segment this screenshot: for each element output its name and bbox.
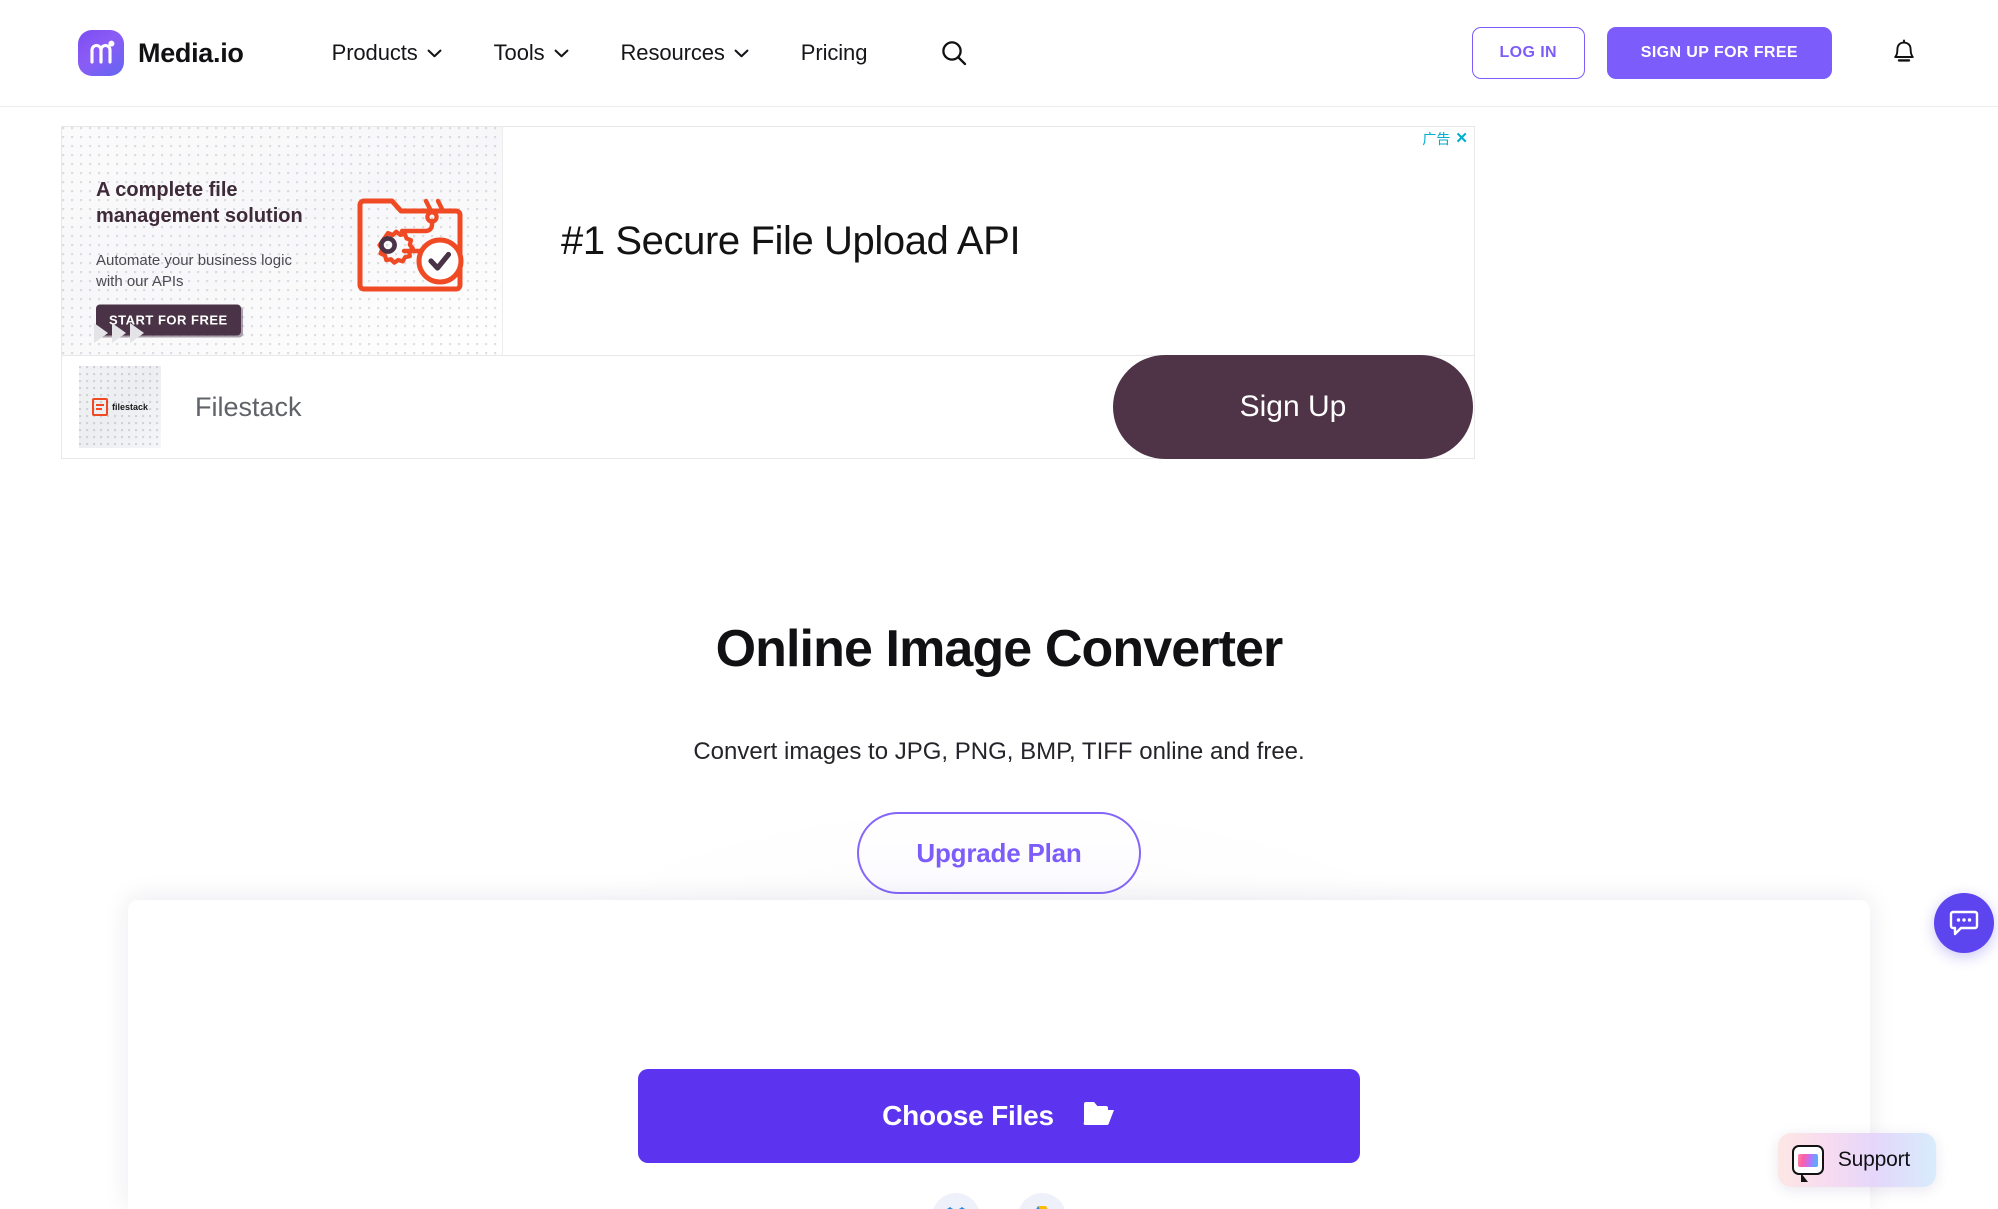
log-in-button[interactable]: LOG IN <box>1471 27 1585 79</box>
main-nav: Products Tools Resources Pricing <box>306 30 978 76</box>
choose-files-label: Choose Files <box>882 1100 1054 1131</box>
nav-item-pricing[interactable]: Pricing <box>775 40 894 66</box>
support-chat-icon <box>1791 1145 1824 1182</box>
folder-gear-check-icon <box>352 189 472 302</box>
chevron-down-icon <box>554 49 568 57</box>
folder-icon <box>1082 1099 1116 1134</box>
nav-label: Products <box>331 40 418 65</box>
advertiser-name: Filestack <box>195 391 302 422</box>
brand-name: Media.io <box>138 37 244 68</box>
nav-label: Tools <box>493 40 545 65</box>
ad-advertiser-bar: filestack Filestack Sign Up <box>61 355 1475 459</box>
nav-label: Resources <box>620 40 725 65</box>
ad-creative[interactable]: A complete file management solution Auto… <box>62 127 503 355</box>
chevron-down-icon <box>427 49 442 57</box>
media-io-logo-icon <box>78 30 124 76</box>
ad-sign-up-button[interactable]: Sign Up <box>1113 355 1473 459</box>
page-root: Media.io Products Tools Resources Pricin… <box>0 0 1998 1209</box>
sign-up-for-free-button[interactable]: SIGN UP FOR FREE <box>1606 27 1832 79</box>
ad-label-text: 广告 <box>1422 130 1451 147</box>
page-subtitle: Convert images to JPG, PNG, BMP, TIFF on… <box>693 738 1305 765</box>
site-header: Media.io Products Tools Resources Pricin… <box>0 0 1998 107</box>
advertiser-logo-text: filestack <box>111 402 149 412</box>
page-title: Online Image Converter <box>715 620 1284 678</box>
search-icon[interactable] <box>931 30 977 76</box>
ad-disclosure-label[interactable]: 广告 ✕ <box>1422 131 1468 146</box>
nav-label: Pricing <box>800 40 868 65</box>
chat-bubble-dots-icon[interactable] <box>1934 893 1994 953</box>
nav-item-tools[interactable]: Tools <box>468 40 595 66</box>
header-actions: LOG IN SIGN UP FOR FREE <box>1471 27 1924 79</box>
support-label: Support <box>1837 1148 1910 1171</box>
arrows-decoration-icon <box>94 323 144 343</box>
ad-main-panel[interactable]: 广告 ✕ A complete file management solution… <box>61 126 1475 355</box>
ad-headline: #1 Secure File Upload API <box>561 218 1021 263</box>
close-icon[interactable]: ✕ <box>1455 131 1468 146</box>
brand-logo[interactable]: Media.io <box>78 30 244 76</box>
nav-item-products[interactable]: Products <box>306 40 468 66</box>
choose-files-button[interactable]: Choose Files <box>638 1069 1360 1163</box>
nav-item-resources[interactable]: Resources <box>595 40 775 66</box>
chevron-down-icon <box>734 49 749 57</box>
upgrade-plan-button[interactable]: Upgrade Plan <box>857 812 1141 894</box>
upload-card: Choose Files <box>128 900 1870 1209</box>
advertiser-thumbnail: filestack <box>79 366 161 448</box>
filestack-logo-icon: filestack <box>91 398 149 416</box>
advertisement: 广告 ✕ A complete file management solution… <box>61 126 1475 459</box>
dropbox-icon[interactable] <box>932 1193 980 1209</box>
google-drive-icon[interactable] <box>1018 1193 1066 1209</box>
notification-bell-icon[interactable] <box>1884 33 1924 73</box>
ad-creative-subtext: Automate your business logic with our AP… <box>96 252 292 290</box>
ad-creative-headline: A complete file management solution <box>96 179 303 228</box>
support-widget-button[interactable]: Support <box>1777 1133 1936 1187</box>
cloud-sources <box>932 1193 1066 1209</box>
